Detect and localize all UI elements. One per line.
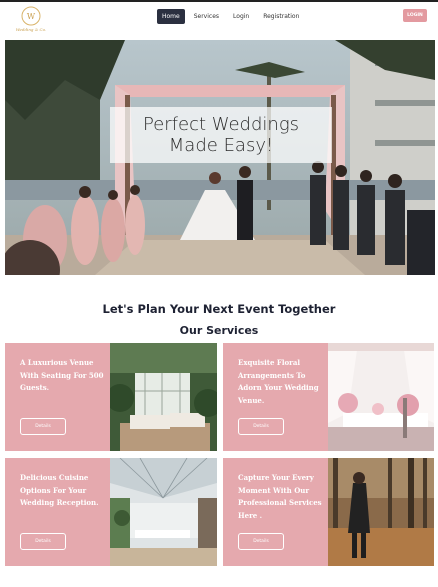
details-button[interactable]: Details <box>238 533 284 550</box>
hero-title-line1: Perfect Weddings <box>142 114 300 135</box>
greenhouse-venue-image <box>110 343 217 451</box>
photographer-forest-icon <box>328 458 434 566</box>
glass-hall-icon <box>110 458 217 566</box>
details-button[interactable]: Details <box>20 533 66 550</box>
service-card: Exquisite Floral Arrangements To Adorn Y… <box>223 343 434 451</box>
service-card-text: A Luxurious Venue With Seating For 500 G… <box>5 343 110 451</box>
hero-title-box: Perfect Weddings Made Easy! <box>110 107 332 163</box>
nav-link-registration[interactable]: Registration <box>258 9 304 24</box>
logo-icon: W Wedding & Co. <box>16 6 46 32</box>
service-card: Delicious Cuisine Options For Your Weddi… <box>5 458 217 566</box>
logo[interactable]: W Wedding & Co. <box>10 4 52 34</box>
nav-link-login[interactable]: Login <box>228 9 254 24</box>
hero-banner: Perfect Weddings Made Easy! <box>5 40 435 275</box>
glass-hall-image <box>110 458 217 566</box>
service-card-text: Exquisite Floral Arrangements To Adorn Y… <box>223 343 328 451</box>
floral-table-image <box>328 343 434 451</box>
photographer-forest-image <box>328 458 434 566</box>
service-card-description: Exquisite Floral Arrangements To Adorn Y… <box>238 358 319 405</box>
svg-text:W: W <box>27 12 36 21</box>
service-card: A Luxurious Venue With Seating For 500 G… <box>5 343 217 451</box>
event-heading: Let's Plan Your Next Event Together <box>102 302 336 316</box>
service-card: Capture Your Every Moment With Our Profe… <box>223 458 434 566</box>
services-heading: Our Services <box>179 324 259 337</box>
login-button[interactable]: LOGIN <box>403 9 427 22</box>
navbar: W Wedding & Co. Home Services Login Regi… <box>0 0 438 34</box>
service-card-description: Capture Your Every Moment With Our Profe… <box>238 473 322 520</box>
logo-text: Wedding & Co. <box>16 27 46 32</box>
service-card-text: Delicious Cuisine Options For Your Weddi… <box>5 458 110 566</box>
floral-table-icon <box>328 343 434 451</box>
service-card-description: Delicious Cuisine Options For Your Weddi… <box>20 473 99 507</box>
details-button[interactable]: Details <box>20 418 66 435</box>
hero-title-line2: Made Easy! <box>168 135 274 156</box>
nav-link-services[interactable]: Services <box>189 9 224 24</box>
greenhouse-venue-icon <box>110 343 217 451</box>
nav-link-home[interactable]: Home <box>157 9 185 24</box>
service-card-description: A Luxurious Venue With Seating For 500 G… <box>20 358 104 392</box>
service-card-text: Capture Your Every Moment With Our Profe… <box>223 458 328 566</box>
details-button[interactable]: Details <box>238 418 284 435</box>
nav-links: Home Services Login Registration <box>157 9 304 24</box>
